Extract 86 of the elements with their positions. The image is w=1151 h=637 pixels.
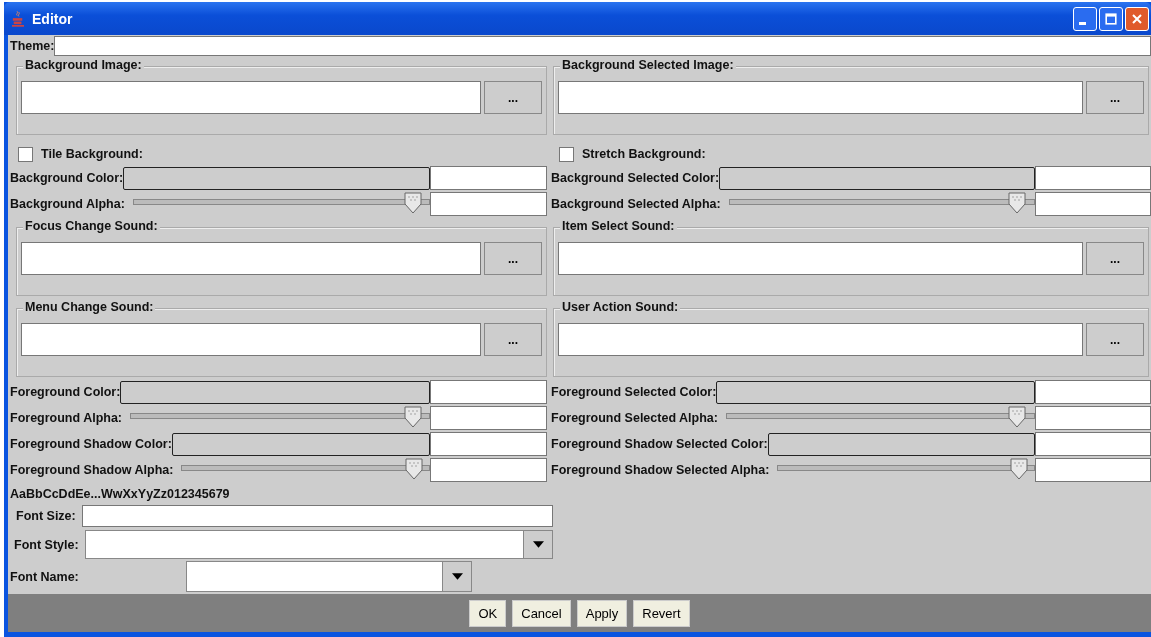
color-swatch[interactable] xyxy=(719,166,1035,190)
field-label: Background Selected Color: xyxy=(551,171,720,185)
field-label: Foreground Selected Color: xyxy=(551,385,717,399)
font-sample-text: AaBbCcDdEe...WwXxYyZz012345679 xyxy=(10,486,231,503)
slider-thumb[interactable] xyxy=(405,458,424,480)
input-field[interactable] xyxy=(1035,380,1151,404)
browse-button[interactable]: ... xyxy=(484,242,542,275)
input-field[interactable] xyxy=(1035,458,1151,482)
group-title: Item Select Sound: xyxy=(560,219,677,233)
window-title: Editor xyxy=(32,10,73,27)
slider[interactable] xyxy=(728,192,1035,216)
maximize-icon xyxy=(1103,10,1119,27)
dropdown[interactable] xyxy=(84,530,553,559)
field-label: Font Size: xyxy=(16,509,76,523)
slider[interactable] xyxy=(725,406,1035,430)
browse-button[interactable]: ... xyxy=(484,81,542,114)
field-label: Foreground Shadow Color: xyxy=(10,437,172,451)
input-field[interactable] xyxy=(430,192,547,216)
input-field[interactable] xyxy=(1035,192,1151,216)
field-label: Background Color: xyxy=(10,171,124,185)
group-title: User Action Sound: xyxy=(560,300,681,314)
field-label: Theme: xyxy=(10,39,55,53)
coffee-cup-icon xyxy=(12,10,24,27)
caret-icon xyxy=(451,573,463,580)
color-swatch[interactable] xyxy=(171,432,430,456)
slider[interactable] xyxy=(181,458,430,482)
dropdown[interactable] xyxy=(186,561,472,592)
input-field[interactable] xyxy=(430,166,547,190)
browse-button[interactable]: ... xyxy=(1086,242,1144,275)
browse-button[interactable]: ... xyxy=(1086,323,1144,356)
dialog-button[interactable]: Revert xyxy=(633,599,690,627)
maximize-button[interactable] xyxy=(1099,6,1123,31)
minimize-icon xyxy=(1078,22,1086,25)
color-swatch[interactable] xyxy=(716,380,1035,404)
checkbox-label: Stretch Background: xyxy=(582,147,706,161)
slider-thumb[interactable] xyxy=(403,406,422,428)
field-label: Font Name: xyxy=(10,569,80,584)
slider-thumb[interactable] xyxy=(1008,406,1027,428)
input-field[interactable] xyxy=(21,242,481,275)
color-swatch[interactable] xyxy=(123,166,430,190)
color-swatch[interactable] xyxy=(120,380,430,404)
input-field[interactable] xyxy=(430,458,547,482)
input-field[interactable] xyxy=(430,432,547,456)
checkbox-label: Tile Background: xyxy=(41,147,143,161)
field-label: Background Selected Alpha: xyxy=(551,197,721,211)
field-label: Foreground Shadow Alpha: xyxy=(10,463,174,477)
slider-thumb[interactable] xyxy=(1009,458,1028,480)
field-label: Background Alpha: xyxy=(10,197,125,211)
input-field[interactable] xyxy=(430,380,547,404)
input-field[interactable] xyxy=(21,81,481,114)
browse-button[interactable]: ... xyxy=(484,323,542,356)
field-label: Foreground Shadow Selected Alpha: xyxy=(551,463,770,477)
input-field[interactable] xyxy=(558,242,1083,275)
group-title: Background Selected Image: xyxy=(560,58,736,72)
slider[interactable] xyxy=(130,406,430,430)
group-title: Focus Change Sound: xyxy=(23,219,160,233)
dialog-button[interactable]: Cancel xyxy=(512,599,571,627)
group-title: Background Image: xyxy=(23,58,144,72)
input-field[interactable] xyxy=(21,323,481,356)
input-field[interactable] xyxy=(1035,166,1151,190)
slider[interactable] xyxy=(777,458,1035,482)
input-field[interactable] xyxy=(1035,432,1151,456)
field-label: Foreground Alpha: xyxy=(10,411,123,425)
browse-button[interactable]: ... xyxy=(1086,81,1144,114)
field-label: Foreground Color: xyxy=(10,385,121,399)
dialog-button[interactable]: Apply xyxy=(576,599,628,627)
input-field[interactable] xyxy=(1035,406,1151,430)
close-button[interactable] xyxy=(1125,6,1149,31)
field-label: Foreground Selected Alpha: xyxy=(551,411,718,425)
input-field[interactable] xyxy=(430,406,547,430)
input-field[interactable] xyxy=(54,36,1151,56)
checkbox[interactable] xyxy=(559,146,574,162)
field-label: Foreground Shadow Selected Color: xyxy=(551,437,768,451)
slider[interactable] xyxy=(132,192,430,216)
input-field[interactable] xyxy=(558,81,1083,114)
color-swatch[interactable] xyxy=(767,432,1035,456)
input-field[interactable] xyxy=(81,505,553,527)
dialog-button[interactable]: OK xyxy=(469,599,507,627)
slider-thumb[interactable] xyxy=(1008,192,1027,214)
slider-thumb[interactable] xyxy=(403,192,422,214)
checkbox[interactable] xyxy=(18,146,33,162)
group-title: Menu Change Sound: xyxy=(23,300,156,314)
input-field[interactable] xyxy=(558,323,1083,356)
caret-icon xyxy=(532,541,544,548)
field-label: Font Style: xyxy=(14,537,79,552)
minimize-button[interactable] xyxy=(1073,6,1097,31)
